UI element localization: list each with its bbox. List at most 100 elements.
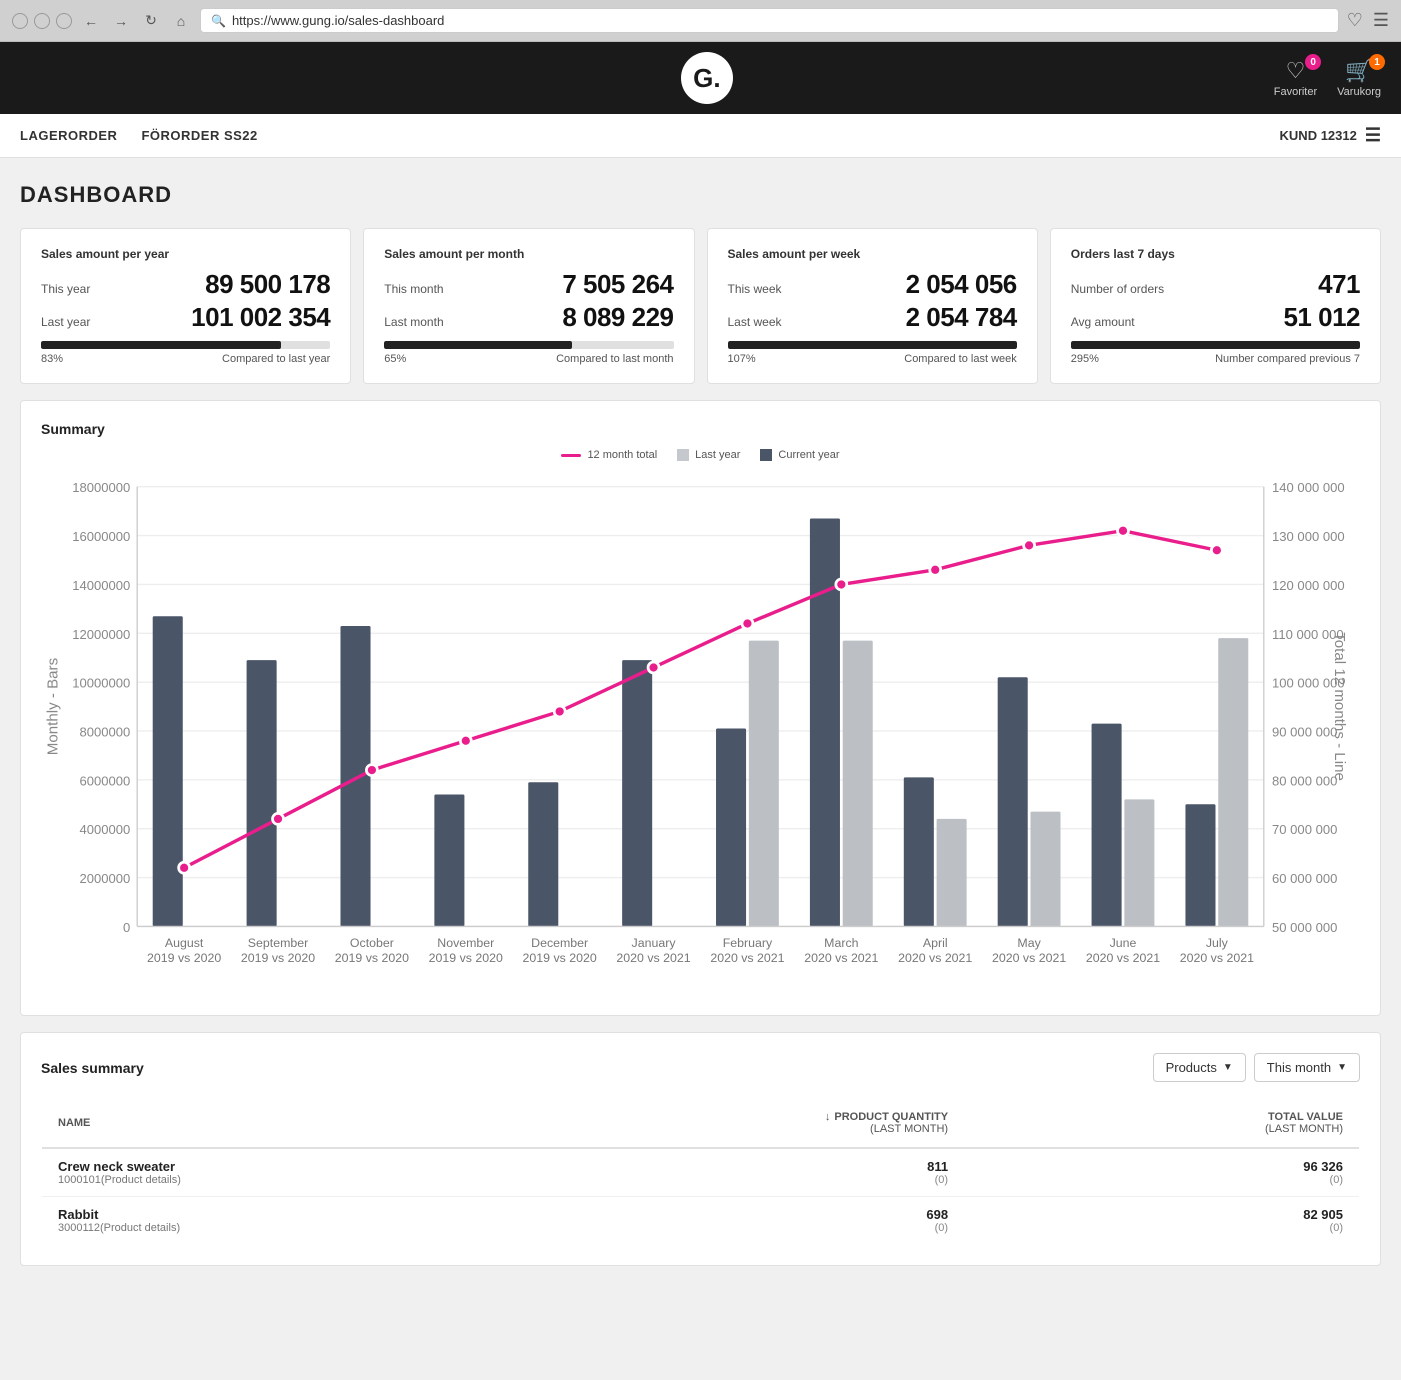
nav-item-fororder[interactable]: FÖRORDER SS22 — [141, 116, 257, 155]
kpi-bar-fill-1 — [384, 341, 572, 349]
nav-item-lagerorder[interactable]: LAGERORDER — [20, 116, 117, 155]
svg-text:July: July — [1206, 936, 1229, 950]
browser-dots — [12, 13, 72, 29]
kpi-value2-2: 2 054 784 — [906, 302, 1017, 333]
svg-text:2000000: 2000000 — [80, 871, 131, 886]
svg-text:2019 vs 2020: 2019 vs 2020 — [147, 951, 221, 965]
col-val-header: TOTAL VALUE(LAST MONTH) — [964, 1099, 1359, 1149]
svg-text:2019 vs 2020: 2019 vs 2020 — [241, 951, 315, 965]
kpi-label2-1: Last month — [384, 315, 443, 329]
kpi-title-0: Sales amount per year — [41, 247, 330, 261]
table-row: Crew neck sweater 1000101(Product detail… — [42, 1148, 1360, 1197]
legend-bar-dark: Current year — [760, 449, 839, 461]
home-button[interactable]: ⌂ — [170, 10, 192, 32]
svg-text:March: March — [824, 936, 858, 950]
svg-text:16000000: 16000000 — [72, 529, 130, 544]
summary-title: Sales summary — [41, 1060, 144, 1076]
product-val-sub-1: (0) — [980, 1222, 1343, 1234]
back-button[interactable]: ← — [80, 10, 102, 32]
products-dropdown-arrow: ▼ — [1223, 1062, 1233, 1073]
svg-text:50 000 000: 50 000 000 — [1272, 920, 1337, 935]
summary-controls: Products ▼ This month ▼ — [1153, 1053, 1360, 1082]
menu-icon[interactable]: ☰ — [1373, 10, 1389, 31]
cart-button[interactable]: 🛒 1 Varukorg — [1337, 58, 1381, 98]
product-qty-0: 811 — [585, 1159, 948, 1174]
page-title: DASHBOARD — [20, 182, 1381, 208]
svg-text:2020 vs 2021: 2020 vs 2021 — [1180, 951, 1254, 965]
summary-chart: 1800000016000000140000001200000010000000… — [41, 473, 1360, 995]
kpi-value2-0: 101 002 354 — [191, 302, 330, 333]
kpi-footer-2: 107% Compared to last week — [728, 353, 1017, 365]
product-id-1: 3000112(Product details) — [58, 1222, 553, 1234]
logo-circle: G. — [681, 52, 733, 104]
kpi-row1-3: Number of orders 471 — [1071, 269, 1360, 300]
kpi-row: Sales amount per year This year 89 500 1… — [20, 228, 1381, 384]
main-content: DASHBOARD Sales amount per year This yea… — [0, 158, 1401, 1290]
period-dropdown-arrow: ▼ — [1337, 1062, 1347, 1073]
svg-text:2020 vs 2021: 2020 vs 2021 — [804, 951, 878, 965]
browser-dot-red[interactable] — [12, 13, 28, 29]
kpi-value1-1: 7 505 264 — [562, 269, 673, 300]
heart-icon[interactable]: ♡ — [1347, 10, 1363, 31]
kpi-pct-2: 107% — [728, 353, 756, 365]
product-link-1[interactable]: (Product details) — [100, 1222, 180, 1234]
svg-text:14000000: 14000000 — [72, 578, 130, 593]
favorites-badge: 0 — [1305, 54, 1321, 70]
kpi-row2-0: Last year 101 002 354 — [41, 302, 330, 333]
legend-line-label: 12 month total — [587, 449, 657, 461]
app-header-right: ♡ 0 Favoriter 🛒 1 Varukorg — [1274, 58, 1381, 98]
kpi-footer-3: 295% Number compared previous 7 — [1071, 353, 1360, 365]
svg-text:4000000: 4000000 — [80, 822, 131, 837]
svg-text:Monthly - Bars: Monthly - Bars — [45, 657, 62, 755]
svg-text:2020 vs 2021: 2020 vs 2021 — [616, 951, 690, 965]
svg-text:90 000 000: 90 000 000 — [1272, 724, 1337, 739]
svg-text:120 000 000: 120 000 000 — [1272, 578, 1345, 593]
product-val-1: 82 905 — [980, 1207, 1343, 1222]
customer-id: KUND 12312 — [1280, 128, 1357, 143]
svg-text:August: August — [165, 936, 204, 950]
svg-text:2020 vs 2021: 2020 vs 2021 — [710, 951, 784, 965]
kpi-card-1: Sales amount per month This month 7 505 … — [363, 228, 694, 384]
kpi-label2-3: Avg amount — [1071, 315, 1135, 329]
svg-text:October: October — [350, 936, 394, 950]
kpi-footer-1: 65% Compared to last month — [384, 353, 673, 365]
products-dropdown[interactable]: Products ▼ — [1153, 1053, 1246, 1082]
table-header-row: NAME ↓PRODUCT QUANTITY(LAST MONTH) TOTAL… — [42, 1099, 1360, 1149]
svg-text:2020 vs 2021: 2020 vs 2021 — [1086, 951, 1160, 965]
legend-line-icon — [561, 454, 581, 457]
favorites-button[interactable]: ♡ 0 Favoriter — [1274, 58, 1317, 98]
summary-table: NAME ↓PRODUCT QUANTITY(LAST MONTH) TOTAL… — [41, 1098, 1360, 1245]
app-header: G. ♡ 0 Favoriter 🛒 1 Varukorg — [0, 42, 1401, 114]
browser-dot-green[interactable] — [56, 13, 72, 29]
legend-line: 12 month total — [561, 449, 657, 461]
kpi-row2-1: Last month 8 089 229 — [384, 302, 673, 333]
logo-text: G. — [693, 63, 720, 94]
period-dropdown[interactable]: This month ▼ — [1254, 1053, 1360, 1082]
product-name-cell-0: Crew neck sweater 1000101(Product detail… — [42, 1148, 569, 1197]
favorites-label: Favoriter — [1274, 86, 1317, 98]
kpi-row2-3: Avg amount 51 012 — [1071, 302, 1360, 333]
legend-bar-dark-icon — [760, 449, 772, 461]
hamburger-icon[interactable]: ☰ — [1365, 125, 1381, 146]
product-name-0: Crew neck sweater — [58, 1159, 553, 1174]
browser-dot-yellow[interactable] — [34, 13, 50, 29]
url-text: https://www.gung.io/sales-dashboard — [232, 13, 444, 28]
legend-bar-dark-label: Current year — [778, 449, 839, 461]
reload-button[interactable]: ↻ — [140, 10, 162, 32]
heart-icon: ♡ — [1286, 58, 1306, 84]
product-val-sub-0: (0) — [980, 1174, 1343, 1186]
legend-bar-light-icon — [677, 449, 689, 461]
kpi-footer-0: 83% Compared to last year — [41, 353, 330, 365]
forward-button[interactable]: → — [110, 10, 132, 32]
kpi-bar-3 — [1071, 341, 1360, 349]
summary-section: Sales summary Products ▼ This month ▼ NA… — [20, 1032, 1381, 1266]
product-link-0[interactable]: (Product details) — [101, 1174, 181, 1186]
svg-text:130 000 000: 130 000 000 — [1272, 529, 1345, 544]
kpi-value1-3: 471 — [1318, 269, 1360, 300]
period-dropdown-label: This month — [1267, 1060, 1331, 1075]
kpi-title-2: Sales amount per week — [728, 247, 1017, 261]
kpi-row1-1: This month 7 505 264 — [384, 269, 673, 300]
kpi-row1-0: This year 89 500 178 — [41, 269, 330, 300]
address-bar[interactable]: 🔍 https://www.gung.io/sales-dashboard — [200, 8, 1339, 33]
svg-text:18000000: 18000000 — [72, 480, 130, 495]
